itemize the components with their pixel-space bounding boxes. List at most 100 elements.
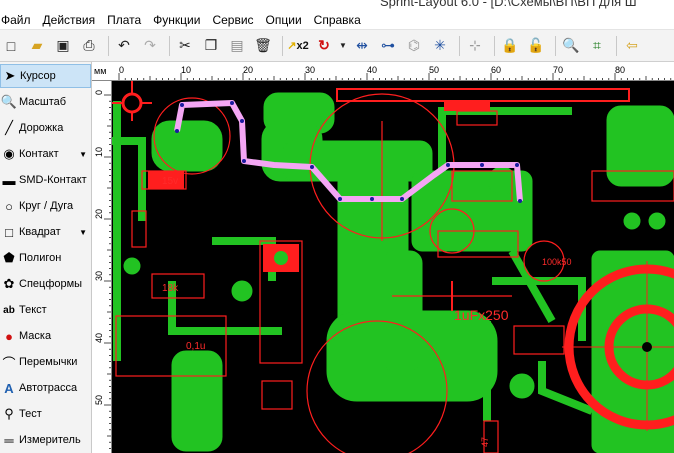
sidebar-item-autoroute[interactable]: A Автотрасса bbox=[0, 376, 91, 400]
special-shapes-icon: ✿ bbox=[3, 276, 15, 291]
sidebar-item-cursor[interactable]: ➤ Курсор bbox=[0, 64, 91, 88]
sidebar-item-zoom[interactable]: 🔍 Масштаб bbox=[0, 90, 91, 114]
track-vertex bbox=[515, 163, 519, 167]
print-icon[interactable]: ⎙ bbox=[78, 35, 100, 57]
paste-icon[interactable]: ▤ bbox=[226, 35, 248, 57]
ruler-tick-label: 40 bbox=[367, 65, 378, 75]
copper-pad bbox=[648, 212, 666, 230]
ruler-tick-label: 40 bbox=[94, 332, 104, 343]
menu-help[interactable]: Справка bbox=[308, 13, 367, 27]
sidebar-item-special-shapes[interactable]: ✿ Спецформы bbox=[0, 272, 91, 296]
rotate-dropdown-icon[interactable]: ▼ bbox=[339, 35, 347, 57]
sidebar-item-text[interactable]: ab Текст bbox=[0, 298, 91, 322]
menu-board[interactable]: Плата bbox=[101, 13, 147, 27]
pcb-canvas[interactable]: 15v 18k 0,1u 1uFx250 100k50 47 bbox=[112, 81, 674, 453]
menu-file[interactable]: Файл bbox=[0, 13, 37, 27]
sidebar-item-label: Полигон bbox=[19, 252, 62, 264]
silk-outline bbox=[336, 88, 630, 102]
x2-icon[interactable]: ↗ x2 bbox=[287, 35, 309, 57]
copper-area bbox=[151, 120, 223, 172]
measure-icon: ═ bbox=[4, 432, 14, 448]
sidebar-item-label: Текст bbox=[19, 304, 47, 316]
sidebar-item-label: SMD-Контакт bbox=[19, 174, 87, 186]
copper-area bbox=[281, 140, 433, 182]
menu-bar: Файл Действия Плата Функции Сервис Опции… bbox=[0, 10, 674, 30]
ruler-left: 0 10 20 30 40 50 bbox=[92, 81, 112, 453]
mirror-icon[interactable]: ⇹ bbox=[351, 35, 373, 57]
track-vertex bbox=[230, 101, 234, 105]
toolbar-separator bbox=[494, 35, 495, 56]
track-vertex bbox=[240, 119, 244, 123]
polygon-icon: ⬟ bbox=[3, 250, 15, 265]
cut-icon[interactable]: ✂ bbox=[174, 35, 196, 57]
board-label: 18k bbox=[162, 283, 179, 294]
new-file-icon[interactable]: □ bbox=[0, 35, 22, 57]
sidebar-item-label: Маска bbox=[19, 330, 52, 342]
ruler-tick-label: 0 bbox=[94, 89, 104, 95]
rotate-icon[interactable]: ↻ bbox=[313, 35, 335, 57]
autoroute-icon: A bbox=[4, 380, 14, 396]
ruler-unit: мм bbox=[94, 66, 107, 76]
sidebar-item-smd-pad[interactable]: ▬ SMD-Контакт bbox=[0, 168, 91, 192]
toolbar-separator bbox=[616, 35, 617, 56]
copper-pad bbox=[123, 257, 141, 275]
snap-icon[interactable]: ✳ bbox=[429, 35, 451, 57]
ruler-tick-label: 30 bbox=[94, 270, 104, 281]
track-vertex bbox=[446, 163, 450, 167]
ruler-tick-label: 50 bbox=[94, 394, 104, 405]
crop-icon[interactable]: ⌗ bbox=[586, 35, 608, 57]
zoom-icon[interactable]: 🔍 bbox=[560, 35, 582, 57]
sidebar-item-measure[interactable]: ═ Измеритель bbox=[0, 428, 91, 452]
align-icon[interactable]: ⊶ bbox=[377, 35, 399, 57]
ruler-tick-label: 20 bbox=[243, 65, 254, 75]
track-vertex bbox=[338, 197, 342, 201]
smd-pad-icon: ▬ bbox=[2, 172, 16, 188]
sidebar-item-track[interactable]: ╱ Дорожка bbox=[0, 116, 91, 140]
sidebar-item-label: Квадрат bbox=[19, 226, 61, 238]
chevron-down-icon[interactable]: ▼ bbox=[79, 228, 87, 237]
connect-icon[interactable]: ⊹ bbox=[464, 35, 486, 57]
redo-icon[interactable]: ↷ bbox=[139, 35, 161, 57]
silk-outline bbox=[261, 380, 293, 410]
ruler-tick-label: 50 bbox=[429, 65, 440, 75]
sidebar-item-label: Автотрасса bbox=[19, 382, 78, 394]
copper-trace bbox=[168, 281, 282, 335]
title-bar: Sprint-Layout 6.0 - [D:\Схемы\ВП\ВП для … bbox=[0, 0, 674, 10]
sidebar-item-mask[interactable]: ● Маска bbox=[0, 324, 91, 348]
sidebar-item-label: Масштаб bbox=[19, 96, 67, 108]
sidebar-item-pad[interactable]: ◉ Контакт ▼ bbox=[0, 142, 91, 166]
undo-icon[interactable]: ↶ bbox=[113, 35, 135, 57]
save-icon[interactable]: ▣ bbox=[52, 35, 74, 57]
group-icon[interactable]: ⌬ bbox=[403, 35, 425, 57]
track-vertex bbox=[480, 163, 484, 167]
open-folder-icon[interactable]: ▰ bbox=[26, 35, 48, 57]
menu-options[interactable]: Опции bbox=[260, 13, 308, 27]
window-title: Sprint-Layout 6.0 - [D:\Схемы\ВП\ВП для … bbox=[380, 0, 637, 9]
export-icon[interactable]: ⇦ bbox=[621, 35, 643, 57]
pcb-drawing[interactable]: 15v 18k 0,1u 1uFx250 100k50 47 bbox=[112, 81, 674, 453]
ruler-tick-label: 30 bbox=[305, 65, 316, 75]
ruler-top-ticks bbox=[118, 73, 672, 80]
toolbar-separator bbox=[555, 35, 556, 56]
track-vertex bbox=[180, 103, 184, 107]
toolbar-separator bbox=[282, 35, 283, 56]
sidebar-item-label: Спецформы bbox=[19, 278, 83, 290]
board-label: 100k50 bbox=[542, 257, 572, 267]
sidebar-item-test[interactable]: ⚲ Тест bbox=[0, 402, 91, 426]
board-label: 1uFx250 bbox=[454, 307, 509, 323]
copy-icon[interactable]: ❐ bbox=[200, 35, 222, 57]
lock-icon[interactable]: 🔒 bbox=[499, 35, 521, 57]
menu-actions[interactable]: Действия bbox=[37, 13, 102, 27]
copper-pad bbox=[509, 373, 535, 399]
sidebar-item-polygon[interactable]: ⬟ Полигон bbox=[0, 246, 91, 270]
delete-icon[interactable]: 🗑 bbox=[252, 35, 274, 57]
sidebar-item-square[interactable]: □ Квадрат ▼ bbox=[0, 220, 91, 244]
menu-service[interactable]: Сервис bbox=[206, 13, 259, 27]
ruler-tick-label: 10 bbox=[94, 146, 104, 157]
toolbar: □ ▰ ▣ ⎙ ↶ ↷ ✂ ❐ ▤ 🗑 ↗ x2 ↻ ▼ ⇹ ⊶ ⌬ ✳ ⊹ 🔒 … bbox=[0, 30, 674, 62]
sidebar-item-jumper[interactable]: ⌒ Перемычки bbox=[0, 350, 91, 374]
menu-functions[interactable]: Функции bbox=[147, 13, 206, 27]
sidebar-item-circle[interactable]: ○ Круг / Дуга bbox=[0, 194, 91, 218]
unlock-icon[interactable]: 🔓 bbox=[525, 35, 547, 57]
chevron-down-icon[interactable]: ▼ bbox=[79, 150, 87, 159]
